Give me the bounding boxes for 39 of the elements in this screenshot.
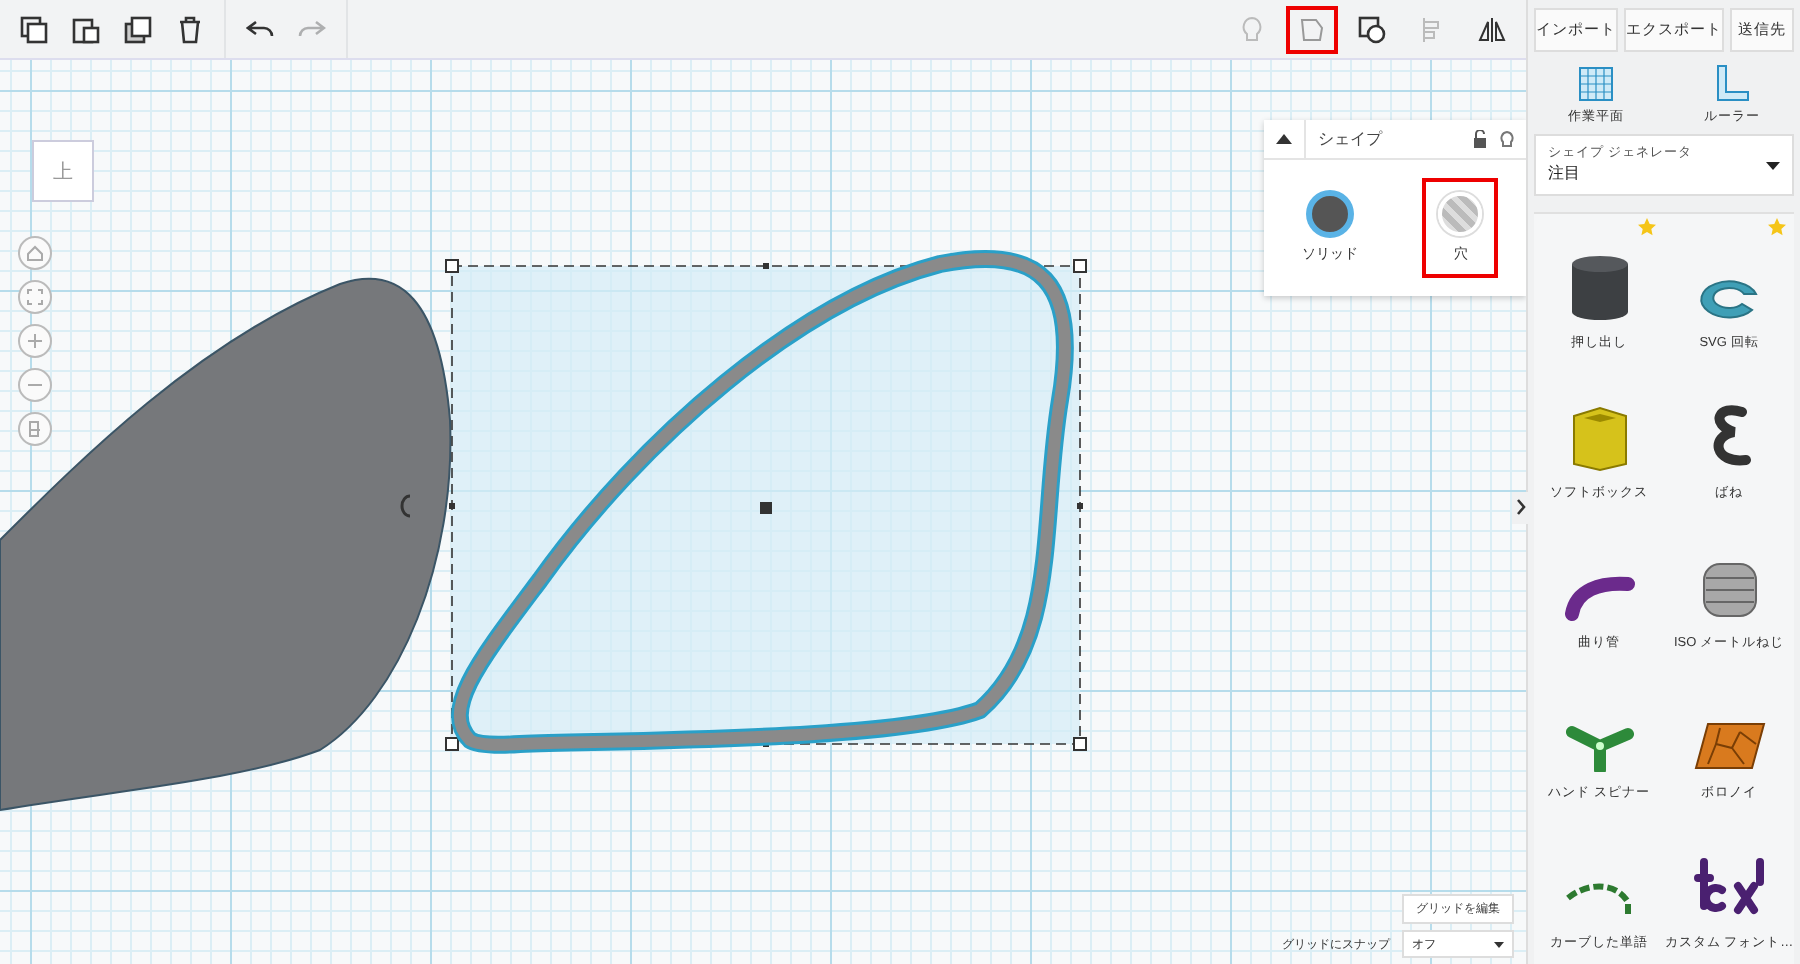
home-icon <box>26 244 44 262</box>
align-icon <box>1420 15 1444 43</box>
caret-icon <box>1766 161 1780 170</box>
clipboard-icon <box>72 15 100 43</box>
shape-outline-icon <box>1298 15 1326 43</box>
fit-button[interactable] <box>18 280 52 314</box>
spinner-icon <box>1565 720 1633 772</box>
cube-icon <box>26 420 44 438</box>
perspective-button[interactable] <box>18 412 52 446</box>
lock-icon[interactable] <box>1472 130 1488 148</box>
ruler-icon <box>1714 63 1750 104</box>
collapse-caret-icon[interactable] <box>1276 134 1292 144</box>
box-icon <box>1567 404 1631 472</box>
panel-title: シェイプ <box>1304 119 1460 159</box>
group-icon <box>1358 15 1386 43</box>
lightbulb-icon <box>1240 15 1264 43</box>
trash-icon <box>176 15 204 43</box>
fit-view-icon <box>26 288 44 306</box>
screw-icon <box>1699 558 1759 622</box>
cylinder-icon <box>1567 254 1631 322</box>
mirror-icon <box>1478 15 1506 43</box>
copy-icon <box>20 15 48 43</box>
expand-button[interactable] <box>1512 492 1528 524</box>
zoom-out-button[interactable] <box>18 368 52 402</box>
solid-blob-shape[interactable] <box>0 277 452 811</box>
shape-button[interactable] <box>1286 5 1338 53</box>
center-handle[interactable] <box>760 502 772 514</box>
caret-icon <box>1494 941 1504 947</box>
zoom-in-button[interactable] <box>18 324 52 358</box>
duplicate-icon <box>124 15 152 43</box>
ring-icon <box>1695 274 1763 322</box>
lightbulb-icon[interactable] <box>1500 129 1514 149</box>
chevron-icon <box>1515 497 1525 515</box>
home-button[interactable] <box>18 236 52 270</box>
rotate-handle-icon[interactable] <box>400 494 411 518</box>
bent-pipe-icon <box>1563 574 1635 622</box>
plus-icon <box>26 332 44 350</box>
voronoi-tile-icon <box>1691 720 1767 772</box>
workplane-icon <box>1576 63 1616 104</box>
